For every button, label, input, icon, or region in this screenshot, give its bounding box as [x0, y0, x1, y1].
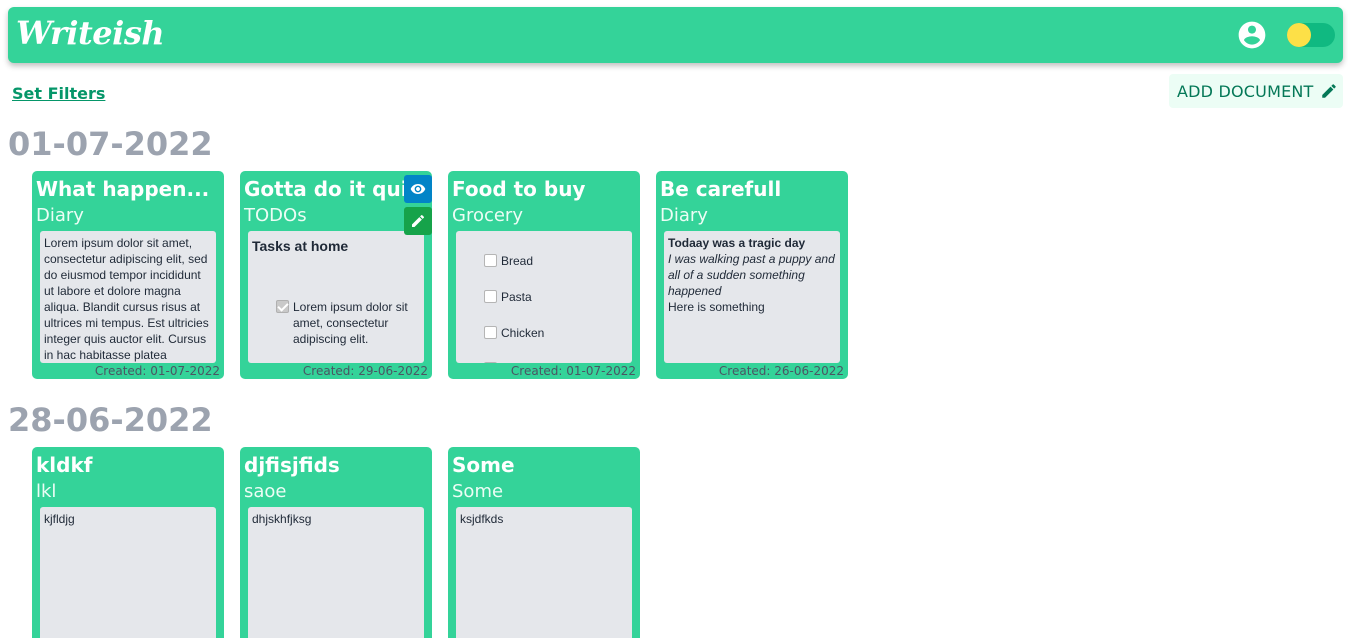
toggle-knob	[1287, 23, 1311, 47]
grocery-checkbox[interactable]	[484, 362, 497, 363]
card-category: TODOs	[244, 205, 307, 226]
grocery-item: Bread	[484, 253, 628, 269]
card-title: djfisjfids	[244, 453, 340, 477]
card-title: Some	[452, 453, 515, 477]
add-document-button[interactable]: ADD DOCUMENT	[1169, 74, 1343, 108]
profile-button[interactable]	[1236, 19, 1268, 51]
card-title: Food to buy	[452, 177, 586, 201]
preview-text: ksjdfkds	[460, 512, 504, 526]
card-preview: Bread Pasta Chicken	[456, 231, 632, 363]
document-card[interactable]: What happen... Diary Lorem ipsum dolor s…	[32, 171, 224, 379]
preview-text: dhjskhfjksg	[252, 512, 312, 526]
card-created-date: Created: 01-07-2022	[94, 364, 220, 378]
card-category: Some	[452, 481, 504, 502]
preview-text: Here is something	[668, 300, 765, 314]
grocery-checkbox[interactable]	[484, 254, 497, 267]
card-preview: Todaay was a tragic day I was walking pa…	[664, 231, 840, 363]
card-preview: kjfldjg	[40, 507, 216, 638]
grocery-item-text: Pasta	[501, 290, 532, 304]
set-filters-link[interactable]: Set Filters	[12, 84, 105, 103]
pencil-icon	[412, 214, 425, 227]
account-circle-icon	[1238, 21, 1266, 49]
theme-toggle[interactable]	[1287, 23, 1335, 47]
document-card[interactable]: Be carefull Diary Todaay was a tragic da…	[656, 171, 848, 379]
preview-text: kjfldjg	[44, 512, 75, 526]
todo-item: Lorem ipsum dolor sit amet, consectetur …	[276, 299, 420, 347]
grocery-item-text: Bread	[501, 254, 534, 268]
card-title: kldkf	[36, 453, 93, 477]
todo-item-text: Lorem ipsum dolor sit amet, consectetur …	[293, 300, 408, 346]
card-preview: Lorem ipsum dolor sit amet, consectetur …	[40, 231, 216, 363]
document-card[interactable]: kldkf lkl kjfldjg	[32, 447, 224, 638]
preview-text: Lorem ipsum dolor sit amet, consectetur …	[44, 236, 209, 362]
app-logo[interactable]: Writeish	[16, 14, 165, 52]
grocery-item-text: Chicken	[501, 326, 545, 340]
grocery-checkbox[interactable]	[484, 326, 497, 339]
card-category: saoe	[244, 481, 287, 502]
pencil-icon	[1321, 84, 1336, 98]
todo-checkbox[interactable]	[276, 300, 289, 313]
card-created-date: Created: 29-06-2022	[302, 364, 428, 378]
edit-button[interactable]	[404, 207, 432, 235]
add-document-label: ADD DOCUMENT	[1177, 81, 1314, 101]
view-button[interactable]	[404, 175, 432, 203]
document-card[interactable]: djfisjfids saoe dhjskhfjksg	[240, 447, 432, 638]
document-card[interactable]: Food to buy Grocery Bread Pasta Chicken …	[448, 171, 640, 379]
document-card[interactable]: Gotta do it quick TODOs Tasks at home Lo…	[240, 171, 432, 379]
card-category: Grocery	[452, 205, 523, 226]
card-category: Diary	[660, 205, 708, 226]
card-created-date: Created: 26-06-2022	[718, 364, 844, 378]
date-heading: 01-07-2022	[8, 125, 213, 163]
card-preview: ksjdfkds	[456, 507, 632, 638]
card-title: Be carefull	[660, 177, 782, 201]
card-title: What happen...	[36, 177, 210, 201]
card-category: lkl	[36, 481, 57, 502]
card-category: Diary	[36, 205, 84, 226]
grocery-checkbox[interactable]	[484, 290, 497, 303]
grocery-item: Pasta	[484, 289, 628, 305]
preview-heading: Todaay was a tragic day	[668, 236, 806, 250]
todo-list-title: Tasks at home	[252, 238, 349, 254]
top-navbar: Writeish	[8, 7, 1343, 63]
card-created-date: Created: 01-07-2022	[510, 364, 636, 378]
card-preview: dhjskhfjksg	[248, 507, 424, 638]
grocery-item: Chicken	[484, 325, 628, 341]
eye-icon	[410, 184, 426, 194]
card-preview: Tasks at home Lorem ipsum dolor sit amet…	[248, 231, 424, 363]
preview-italic-text: I was walking past a puppy and all of a …	[668, 252, 835, 298]
document-card[interactable]: Some Some ksjdfkds	[448, 447, 640, 638]
date-heading: 28-06-2022	[8, 401, 213, 439]
